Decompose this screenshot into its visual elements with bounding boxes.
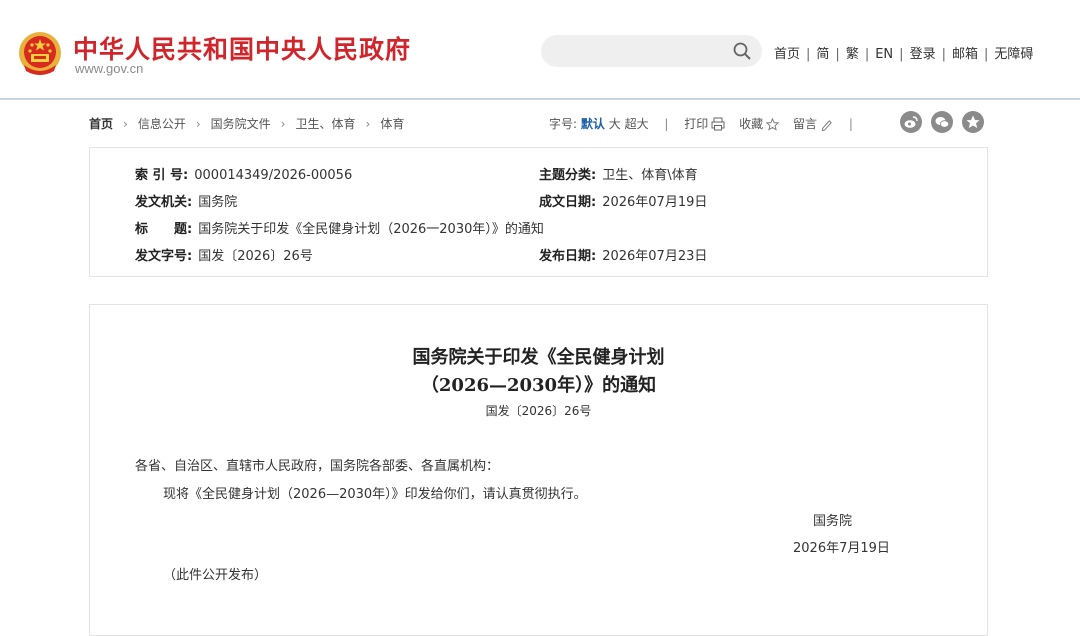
meta-date-written-label: 成文日期: bbox=[539, 195, 597, 210]
share-bar bbox=[900, 111, 993, 137]
breadcrumb-state-council-docs[interactable]: 国务院文件 bbox=[211, 117, 271, 131]
search-box bbox=[541, 35, 762, 67]
meta-doc-no-value: 国发〔2026〕26号 bbox=[198, 249, 313, 264]
meta-publish-date-value: 2026年07月23日 bbox=[602, 249, 708, 264]
site-domain: www.gov.cn bbox=[75, 61, 144, 76]
favorite-button[interactable]: 收藏 bbox=[739, 117, 780, 131]
meta-title: 标 题: 国务院关于印发《全民健身计划（2026一2030年）》的通知 bbox=[135, 218, 544, 237]
meta-issuer-label: 发文机关: bbox=[135, 195, 193, 210]
document-sign-date: 2026年7月19日 bbox=[793, 541, 890, 556]
meta-issuer: 发文机关: 国务院 bbox=[135, 191, 237, 210]
favorite-label: 收藏 bbox=[739, 117, 764, 131]
nav-simplified[interactable]: 简 bbox=[816, 47, 829, 62]
toolbar-divider: | bbox=[848, 117, 853, 131]
breadcrumb-sports[interactable]: 体育 bbox=[380, 117, 404, 131]
meta-issuer-value: 国务院 bbox=[198, 195, 238, 210]
page-toolbar: 字号: 默认 大 超大 | 打印 收藏 留言 | bbox=[549, 115, 865, 132]
nav-login[interactable]: 登录 bbox=[910, 47, 936, 62]
site-header: 中华人民共和国中央人民政府 www.gov.cn 首页 | 简 | 繁 | EN | 登录 | 邮箱… bbox=[0, 0, 1080, 98]
search-input[interactable] bbox=[555, 40, 729, 64]
top-nav: 首页 | 简 | 繁 | EN | 登录 | 邮箱 | 无障碍 bbox=[774, 43, 1033, 62]
comment-label: 留言 bbox=[792, 117, 817, 131]
meta-date-written-value: 2026年07月19日 bbox=[602, 195, 708, 210]
document-title-line1: 国务院关于印发《全民健身计划 bbox=[412, 347, 665, 368]
print-label: 打印 bbox=[684, 117, 709, 131]
breadcrumb-info-public[interactable]: 信息公开 bbox=[138, 117, 186, 131]
document-publication-note: （此件公开发布） bbox=[163, 568, 268, 583]
meta-doc-no: 发文字号: 国发〔2026〕26号 bbox=[135, 245, 313, 264]
document-signature: 国务院 bbox=[813, 514, 853, 529]
nav-divider: | bbox=[899, 47, 904, 62]
breadcrumb: 首页 › 信息公开 › 国务院文件 › 卫生、体育 › 体育 bbox=[89, 115, 404, 132]
meta-topic-value: 卫生、体育\体育 bbox=[602, 168, 698, 183]
nav-english[interactable]: EN bbox=[875, 47, 893, 62]
breadcrumb-chevron-icon: › bbox=[195, 117, 201, 131]
nav-mail[interactable]: 邮箱 bbox=[952, 47, 978, 62]
meta-title-label: 标 题: bbox=[135, 222, 193, 237]
meta-date-written: 成文日期: 2026年07月19日 bbox=[539, 191, 707, 210]
document-number: 国发〔2026〕26号 bbox=[485, 404, 592, 418]
meta-topic: 主题分类: 卫生、体育\体育 bbox=[539, 164, 698, 183]
qzone-icon[interactable] bbox=[962, 111, 984, 133]
search-icon[interactable] bbox=[732, 41, 752, 61]
document-title-line2: （2026—2030年）》的通知 bbox=[420, 375, 657, 396]
nav-divider: | bbox=[983, 47, 989, 62]
font-size-xlarge[interactable]: 超大 bbox=[625, 117, 649, 131]
meta-publish-date: 发布日期: 2026年07月23日 bbox=[539, 245, 707, 264]
meta-index-value: 000014349/2026-00056 bbox=[194, 168, 353, 183]
meta-doc-no-label: 发文字号: bbox=[135, 249, 193, 264]
breadcrumb-chevron-icon: › bbox=[280, 117, 286, 131]
printer-icon bbox=[711, 117, 725, 131]
nav-accessibility[interactable]: 无障碍 bbox=[994, 47, 1033, 62]
toolbar-divider: | bbox=[664, 117, 669, 131]
header-divider bbox=[0, 98, 1080, 100]
nav-home[interactable]: 首页 bbox=[774, 47, 800, 62]
nav-divider: | bbox=[806, 47, 811, 62]
meta-title-value: 国务院关于印发《全民健身计划（2026一2030年）》的通知 bbox=[198, 222, 544, 237]
nav-traditional[interactable]: 繁 bbox=[846, 47, 859, 62]
breadcrumb-health-sports[interactable]: 卫生、体育 bbox=[295, 117, 355, 131]
weibo-icon[interactable] bbox=[900, 111, 922, 133]
font-size-large[interactable]: 大 bbox=[609, 117, 621, 131]
meta-publish-date-label: 发布日期: bbox=[539, 249, 597, 264]
meta-index-label: 索 引 号: bbox=[135, 168, 189, 183]
star-icon bbox=[766, 118, 780, 131]
font-size-label: 字号: bbox=[549, 117, 578, 131]
pencil-icon bbox=[821, 120, 832, 131]
breadcrumb-chevron-icon: › bbox=[365, 117, 371, 131]
document-salutation: 各省、自治区、直辖市人民政府，国务院各部委、各直属机构： bbox=[135, 459, 500, 474]
comment-button[interactable]: 留言 bbox=[793, 117, 833, 131]
nav-divider: | bbox=[835, 47, 840, 62]
wechat-icon[interactable] bbox=[931, 111, 953, 133]
nav-divider: | bbox=[941, 47, 946, 62]
breadcrumb-chevron-icon: › bbox=[123, 117, 128, 131]
document-metadata: 索 引 号: 000014349/2026-00056 主题分类: 卫生、体育\体育… bbox=[89, 147, 988, 277]
meta-topic-label: 主题分类: bbox=[539, 168, 597, 183]
breadcrumb-home[interactable]: 首页 bbox=[89, 117, 113, 131]
nav-divider: | bbox=[864, 47, 870, 62]
print-button[interactable]: 打印 bbox=[684, 117, 725, 131]
meta-index: 索 引 号: 000014349/2026-00056 bbox=[135, 164, 352, 183]
font-size-default[interactable]: 默认 bbox=[581, 117, 605, 131]
document-paragraph: 现将《全民健身计划（2026—2030年）》印发给你们，请认真贯彻执行。 bbox=[163, 487, 587, 502]
national-emblem-logo[interactable] bbox=[18, 31, 62, 77]
document-body: 国务院关于印发《全民健身计划 （2026—2030年）》的通知 国发〔2026〕… bbox=[89, 304, 988, 636]
